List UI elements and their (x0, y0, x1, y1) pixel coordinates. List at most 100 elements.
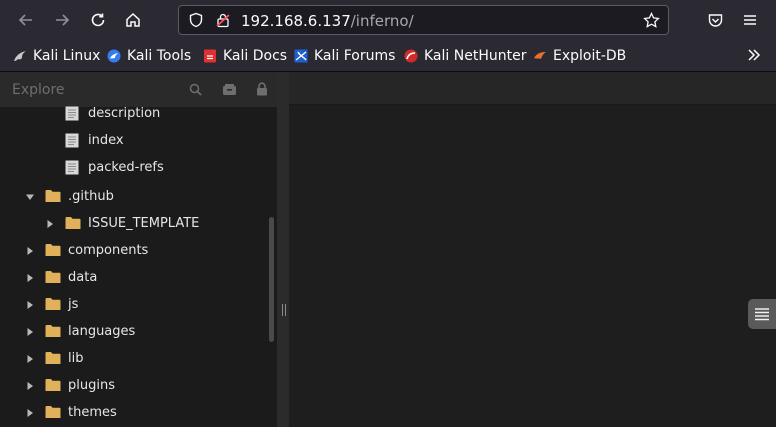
resize-grip-icon[interactable] (282, 304, 286, 316)
bookmark-kali-forums[interactable]: Kali Forums (294, 47, 395, 65)
menu-lines-icon (755, 308, 769, 321)
url-text[interactable]: 192.168.6.137/inferno/ (241, 12, 414, 30)
caret-right-icon[interactable] (25, 408, 35, 418)
folder-open-icon (45, 190, 61, 202)
panel-toggle-button[interactable] (748, 299, 776, 329)
file-explorer-sidebar: Explore description index packed-refs .g… (0, 72, 277, 427)
caret-right-icon[interactable] (25, 327, 35, 337)
reload-button[interactable] (86, 8, 110, 32)
file-icon (65, 133, 79, 148)
tree-item-label: themes (68, 405, 117, 420)
url-path: /inferno/ (350, 12, 414, 30)
folder-icon (45, 298, 61, 310)
tree-item-label: description (88, 106, 161, 121)
forward-button[interactable] (50, 8, 74, 32)
tree-item-label: ISSUE_TEMPLATE (88, 216, 200, 231)
caret-right-icon[interactable] (25, 354, 35, 364)
lock-icon[interactable] (256, 82, 268, 96)
kali-nethunter-icon (404, 49, 418, 63)
kali-dragon-icon (14, 51, 26, 61)
editor-header (289, 72, 776, 105)
reload-icon (91, 13, 105, 27)
home-button[interactable] (121, 8, 145, 32)
bookmark-exploit-db[interactable]: Exploit-DB (533, 47, 626, 65)
pane-resize-handle[interactable] (277, 72, 289, 427)
app-menu-button[interactable] (738, 8, 762, 32)
kali-docs-icon (204, 49, 216, 63)
browser-toolbar: 192.168.6.137/inferno/ (0, 0, 776, 41)
tree-item-label: languages (68, 324, 136, 339)
bookmark-label: Exploit-DB (553, 48, 627, 64)
tree-item-issue-template[interactable]: ISSUE_TEMPLATE (0, 210, 268, 237)
tree-item-index[interactable]: index (0, 127, 268, 154)
explore-title: Explore (12, 82, 65, 98)
editor-pane (289, 72, 776, 427)
bookmarks-overflow-button[interactable] (746, 46, 762, 64)
tree-item-packed-refs[interactable]: packed-refs (0, 154, 268, 181)
kali-forums-icon (294, 49, 308, 63)
caret-down-icon[interactable] (25, 192, 35, 202)
folder-icon (45, 244, 61, 256)
file-icon (65, 160, 79, 175)
bookmark-label: Kali Forums (314, 48, 396, 64)
search-icon[interactable] (189, 83, 202, 96)
tree-item-js[interactable]: js (0, 291, 268, 318)
bookmark-kali-nethunter[interactable]: Kali NetHunter (404, 47, 526, 65)
tree-item-label: packed-refs (88, 160, 164, 175)
caret-right-icon[interactable] (45, 219, 55, 229)
folder-icon (45, 379, 61, 391)
tree-item-github[interactable]: .github (0, 183, 268, 210)
hamburger-menu-icon (744, 15, 756, 25)
folder-icon (45, 406, 61, 418)
file-icon (65, 106, 79, 121)
exploit-db-icon (534, 52, 546, 59)
bookmark-label: Kali NetHunter (424, 48, 527, 64)
forward-arrow-icon (56, 14, 70, 26)
tree-item-description[interactable]: description (0, 100, 268, 127)
home-icon (126, 12, 140, 27)
page-content: Explore description index packed-refs .g… (0, 72, 776, 427)
pocket-icon (708, 13, 722, 27)
folder-icon (45, 352, 61, 364)
tree-item-label: components (68, 243, 149, 258)
bookmark-label: Kali Linux (33, 48, 101, 64)
tree-item-label: index (88, 133, 124, 148)
chevron-double-right-icon (748, 49, 761, 61)
insecure-lock-icon[interactable] (215, 12, 231, 28)
tree-item-label: js (68, 297, 79, 312)
tree-item-themes[interactable]: themes (0, 399, 268, 426)
tree-item-languages[interactable]: languages (0, 318, 268, 345)
pocket-button[interactable] (703, 8, 727, 32)
bookmark-label: Kali Tools (127, 48, 192, 64)
back-arrow-icon (18, 14, 32, 26)
bookmark-kali-linux[interactable]: Kali Linux (13, 47, 100, 65)
url-host: 192.168.6.137 (241, 12, 351, 30)
folder-icon (45, 325, 61, 337)
url-bar[interactable]: 192.168.6.137/inferno/ (178, 5, 669, 35)
caret-right-icon[interactable] (25, 246, 35, 256)
bookmark-kali-tools[interactable]: Kali Tools (107, 47, 191, 65)
folder-icon (45, 271, 61, 283)
back-button[interactable] (14, 8, 38, 32)
tree-item-lib[interactable]: lib (0, 345, 268, 372)
bookmark-label: Kali Docs (223, 48, 288, 64)
file-tree: description index packed-refs .github IS… (0, 106, 277, 427)
tree-item-label: plugins (68, 378, 115, 393)
tree-item-label: lib (68, 351, 84, 366)
caret-right-icon[interactable] (25, 273, 35, 283)
tree-item-label: data (68, 270, 98, 285)
sidebar-scrollbar-thumb[interactable] (269, 217, 274, 342)
tree-item-label: .github (68, 189, 114, 204)
folder-icon (65, 217, 81, 229)
tree-item-plugins[interactable]: plugins (0, 372, 268, 399)
archive-icon[interactable] (222, 83, 237, 96)
bookmarks-toolbar: Kali Linux Kali Tools Kali Docs Kali For… (0, 41, 776, 72)
bookmark-kali-docs[interactable]: Kali Docs (203, 47, 287, 65)
tree-item-components[interactable]: components (0, 237, 268, 264)
bookmark-star-icon[interactable] (643, 12, 660, 29)
caret-right-icon[interactable] (25, 381, 35, 391)
caret-right-icon[interactable] (25, 300, 35, 310)
shield-icon[interactable] (188, 12, 204, 28)
kali-tools-icon (107, 49, 121, 63)
tree-item-data[interactable]: data (0, 264, 268, 291)
